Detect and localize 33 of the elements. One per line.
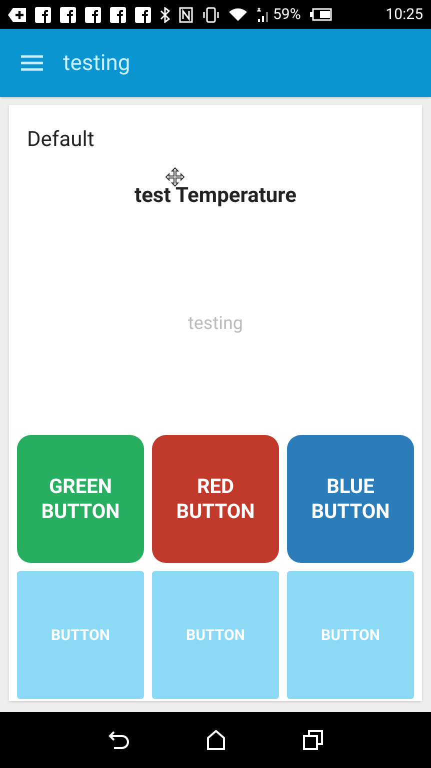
card-heading: test Temperature [134, 182, 297, 210]
menu-button[interactable] [21, 55, 43, 71]
back-icon [108, 730, 130, 750]
facebook-icon [110, 6, 126, 22]
action-button[interactable]: BUTTON [152, 571, 279, 699]
facebook-icon [60, 6, 76, 22]
vibrate-icon [202, 6, 220, 22]
nfc-icon [179, 6, 193, 22]
home-icon [206, 730, 226, 750]
recents-button[interactable] [302, 730, 323, 750]
app-title: testing [63, 50, 130, 78]
action-button[interactable]: GREEN BUTTON [17, 435, 144, 563]
facebook-icon [135, 6, 151, 22]
action-button[interactable]: BLUE BUTTON [287, 435, 414, 563]
battery-percent: 59% [273, 4, 301, 26]
battery-icon [310, 8, 332, 21]
home-button[interactable] [206, 730, 226, 750]
wifi-icon [229, 6, 247, 22]
signal-icon [256, 6, 270, 22]
facebook-icon [85, 6, 101, 22]
notification-icon [8, 8, 26, 22]
value-text: testing [188, 312, 244, 336]
action-button[interactable]: BUTTON [17, 571, 144, 699]
move-cursor-icon [165, 166, 185, 186]
recents-icon [302, 730, 323, 750]
menu-icon [21, 55, 43, 71]
back-button[interactable] [108, 730, 130, 750]
action-button[interactable]: BUTTON [287, 571, 414, 699]
bluetooth-icon [160, 6, 170, 22]
action-button[interactable]: RED BUTTON [152, 435, 279, 563]
facebook-icon [35, 6, 51, 22]
card-title: Default [27, 127, 96, 154]
clock: 10:25 [386, 4, 423, 26]
